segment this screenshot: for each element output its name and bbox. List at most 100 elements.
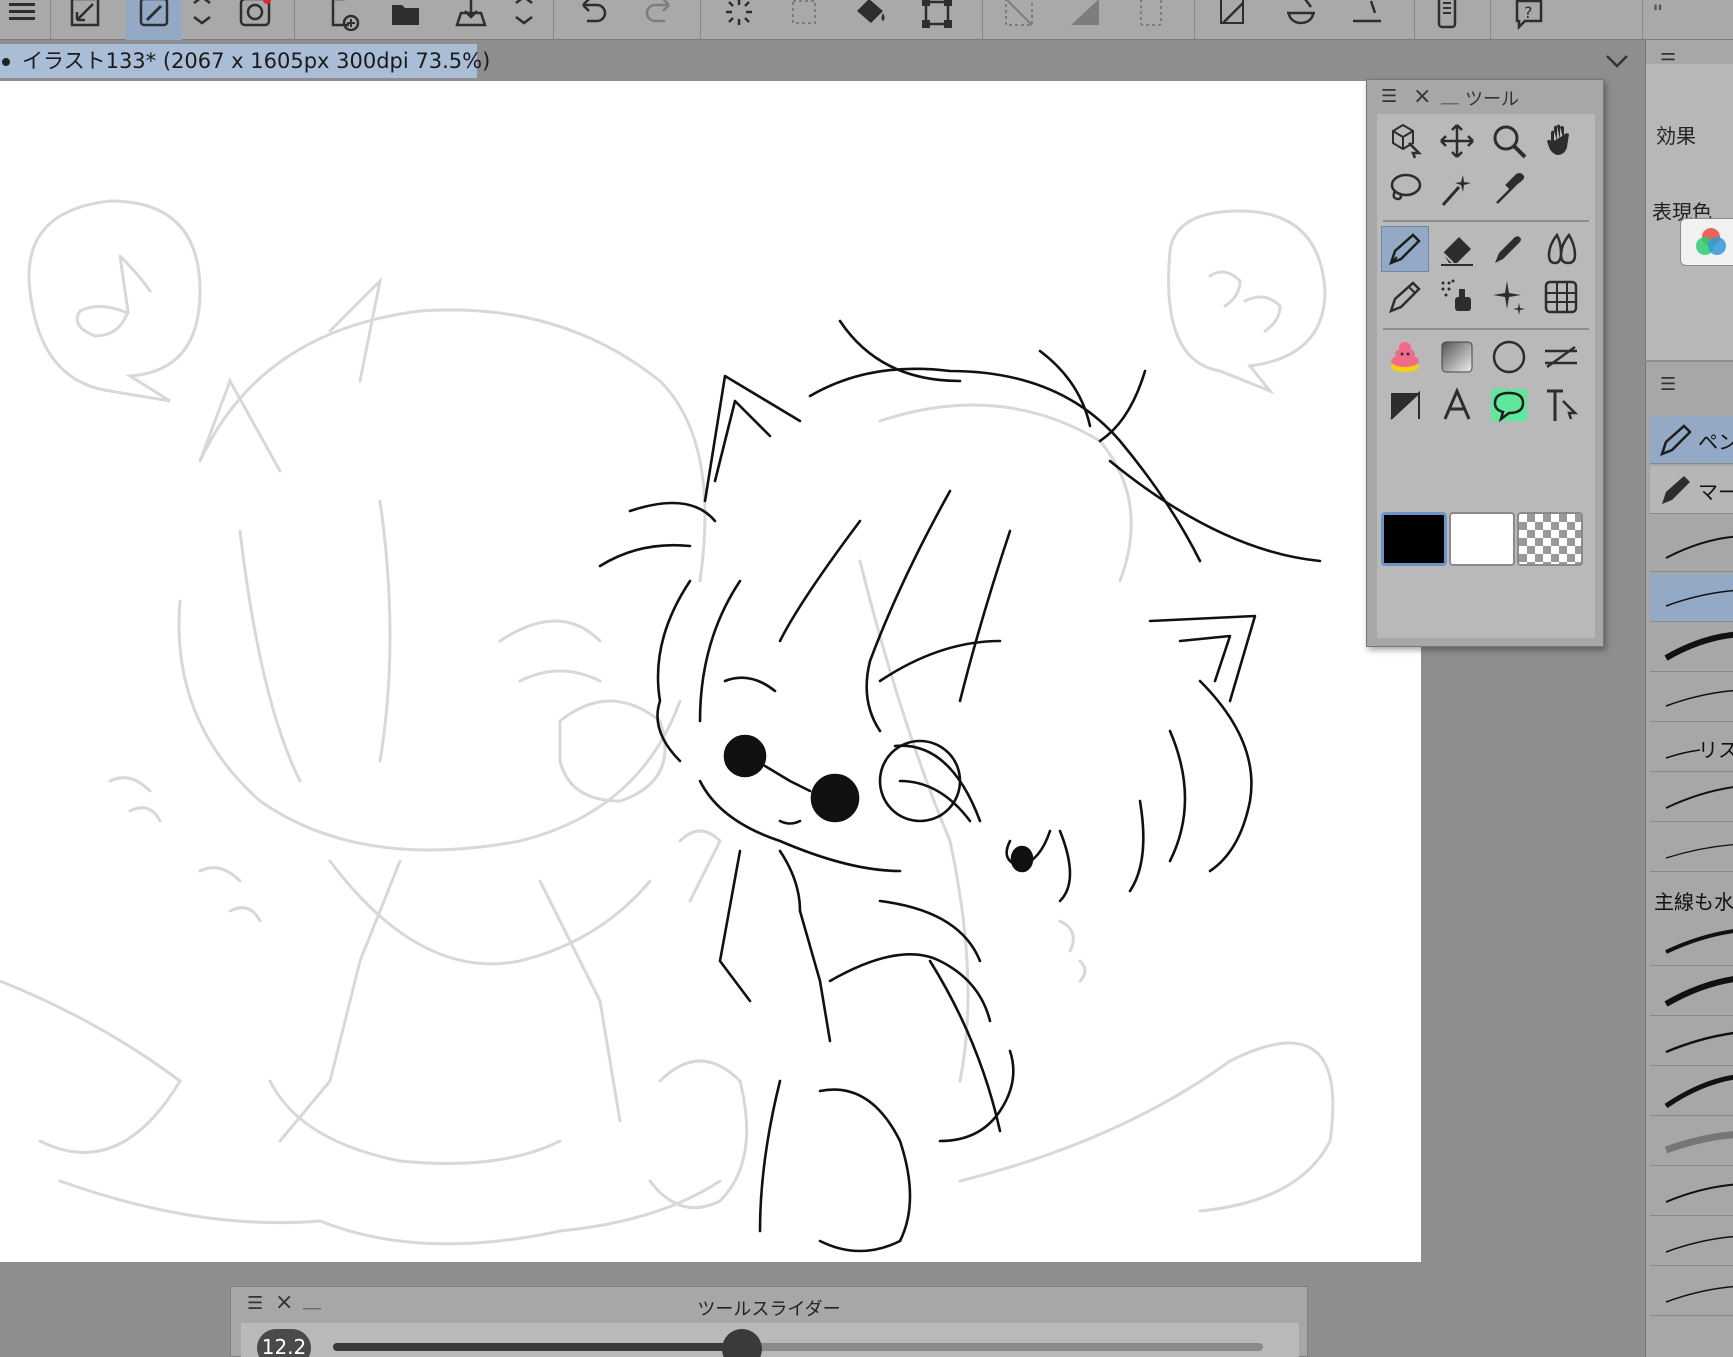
drawing-canvas[interactable] xyxy=(0,81,1421,1262)
operation-tool-icon[interactable] xyxy=(1381,118,1429,164)
pencil-tool-icon[interactable] xyxy=(1381,274,1429,320)
chevron-down-icon[interactable] xyxy=(1602,48,1632,74)
sub-tool-group-label: マー xyxy=(1698,480,1733,504)
fill-icon[interactable] xyxy=(848,0,894,40)
companion-app-icon[interactable] xyxy=(232,0,278,40)
redo-icon[interactable] xyxy=(636,0,682,40)
expression-color-button[interactable] xyxy=(1680,218,1733,266)
blend-tool-icon[interactable] xyxy=(1537,226,1585,272)
pen-tool-icon[interactable] xyxy=(1381,226,1429,272)
ruler-off-icon[interactable] xyxy=(996,0,1042,40)
sub-tool-group-label: ペン xyxy=(1698,430,1733,454)
brush-preset[interactable] xyxy=(1650,824,1733,872)
brush-preset[interactable] xyxy=(1650,1118,1733,1166)
decoration-tool-icon[interactable] xyxy=(1485,226,1533,272)
balloon-tool-icon[interactable] xyxy=(1485,382,1533,428)
tool-grid xyxy=(1377,114,1595,638)
undo-icon[interactable] xyxy=(570,0,616,40)
new-file-icon[interactable] xyxy=(320,0,366,40)
frame-border-icon[interactable] xyxy=(1537,274,1585,320)
minimize-icon[interactable]: ＿ xyxy=(1441,82,1459,108)
tool-slider-panel: ☰ × ＿ ツールスライダー 12.2 xyxy=(230,1286,1308,1357)
brush-preset[interactable] xyxy=(1650,1268,1733,1316)
sub-tool-group-marker[interactable]: マー xyxy=(1650,466,1733,514)
tool-slider-body: 12.2 xyxy=(241,1323,1299,1357)
close-icon[interactable]: × xyxy=(1413,84,1431,109)
expand-collapse-icon[interactable] xyxy=(506,0,542,40)
text-tool-icon[interactable] xyxy=(1433,382,1481,428)
brush-preset[interactable] xyxy=(1650,1068,1733,1116)
svg-text:?: ? xyxy=(1524,3,1533,22)
brush-preset[interactable] xyxy=(1650,1218,1733,1266)
tool-slider-title: ツールスライダー xyxy=(697,1299,841,1320)
effect-label: 効果 xyxy=(1656,124,1696,148)
save-icon[interactable] xyxy=(448,0,494,40)
eyedropper-icon[interactable] xyxy=(1485,166,1533,212)
frame-cut-icon[interactable] xyxy=(1381,382,1429,428)
document-tab-title: イラスト133* (2067 x 1605px 300dpi 73.5%) xyxy=(22,49,491,73)
tool-palette: ☰ × ＿ ツール xyxy=(1366,79,1604,647)
symmetry-ruler-icon[interactable] xyxy=(1278,0,1324,40)
lasso-select-icon[interactable] xyxy=(1381,166,1429,212)
move-tool-icon[interactable] xyxy=(1433,118,1481,164)
help-icon[interactable]: ? xyxy=(1506,0,1552,40)
tool-palette-header: ☰ × ＿ ツール xyxy=(1367,80,1603,112)
transform-icon[interactable] xyxy=(914,0,960,40)
brush-size-slider[interactable] xyxy=(333,1343,1263,1351)
effect-panel-body: 効果 表現色 xyxy=(1646,64,1733,360)
selection-icon[interactable] xyxy=(782,0,828,40)
document-tab[interactable]: イラスト133* (2067 x 1605px 300dpi 73.5%) xyxy=(0,44,490,78)
sub-tool-panel: ☰ ペン マー リス 主線も水 xyxy=(1645,362,1733,1357)
command-bar: ? xyxy=(0,0,1733,40)
smartphone-icon[interactable] xyxy=(1424,0,1470,40)
brush-preset[interactable] xyxy=(1650,1168,1733,1216)
brush-preset-label: リス xyxy=(1698,738,1733,762)
magic-wand-icon[interactable] xyxy=(1433,166,1481,212)
brush-preset[interactable] xyxy=(1650,774,1733,822)
edit-mode-icon[interactable] xyxy=(126,0,182,40)
airbrush-tool-icon[interactable] xyxy=(1433,274,1481,320)
sub-tool-group-pen[interactable]: ペン xyxy=(1650,416,1733,464)
panel-menu-icon[interactable]: ☰ xyxy=(1660,374,1676,395)
sparkle-tool-icon[interactable] xyxy=(1485,274,1533,320)
eraser-tool-icon[interactable] xyxy=(1433,226,1481,272)
correct-line-tool-icon[interactable] xyxy=(1537,382,1585,428)
illustration-artwork xyxy=(0,199,1335,1253)
brush-preset[interactable] xyxy=(1650,624,1733,672)
sub-color-swatch[interactable] xyxy=(1449,512,1515,566)
ruler-tool-icon[interactable] xyxy=(1537,334,1585,380)
zoom-tool-icon[interactable] xyxy=(1485,118,1533,164)
brush-preset[interactable] xyxy=(1650,918,1733,966)
fill-bucket-icon[interactable] xyxy=(1381,334,1429,380)
menu-icon[interactable] xyxy=(0,0,46,40)
slider-fill xyxy=(333,1343,743,1351)
figure-tool-icon[interactable] xyxy=(1485,334,1533,380)
ruler-edit-icon[interactable] xyxy=(1212,0,1258,40)
app-window: ? イラスト133* (2067 x 1605px 300dpi 73.5%) xyxy=(0,0,1733,1357)
main-color-swatch[interactable] xyxy=(1381,512,1447,566)
brush-preset[interactable] xyxy=(1650,524,1733,572)
brush-preset[interactable] xyxy=(1650,674,1733,722)
brush-size-value[interactable]: 12.2 xyxy=(257,1329,311,1357)
perspective-icon[interactable] xyxy=(1062,0,1108,40)
transparent-color-swatch[interactable] xyxy=(1517,512,1583,566)
brush-preset[interactable] xyxy=(1650,1018,1733,1066)
effect-panel: ☰ 効果 表現色 xyxy=(1645,40,1733,360)
expand-collapse-icon[interactable] xyxy=(184,0,220,40)
brush-preset[interactable] xyxy=(1650,968,1733,1016)
brush-preset[interactable] xyxy=(1650,574,1733,622)
brush-preset[interactable]: リス xyxy=(1650,724,1733,772)
modified-dot-icon xyxy=(2,58,10,66)
open-folder-icon[interactable] xyxy=(384,0,430,40)
resize-icon[interactable] xyxy=(62,0,108,40)
panel-handle-icon[interactable] xyxy=(1650,0,1670,40)
tool-palette-title: ツール xyxy=(1465,89,1519,110)
document-tab-bar: イラスト133* (2067 x 1605px 300dpi 73.5%) xyxy=(0,40,1645,81)
deselect-icon[interactable] xyxy=(716,0,762,40)
slider-handle[interactable] xyxy=(722,1329,763,1357)
hand-tool-icon[interactable] xyxy=(1537,118,1585,164)
frame-icon[interactable] xyxy=(1128,0,1174,40)
panel-menu-icon[interactable]: ☰ xyxy=(1381,86,1397,107)
gradient-tool-icon[interactable] xyxy=(1433,334,1481,380)
line-ruler-icon[interactable] xyxy=(1344,0,1390,40)
